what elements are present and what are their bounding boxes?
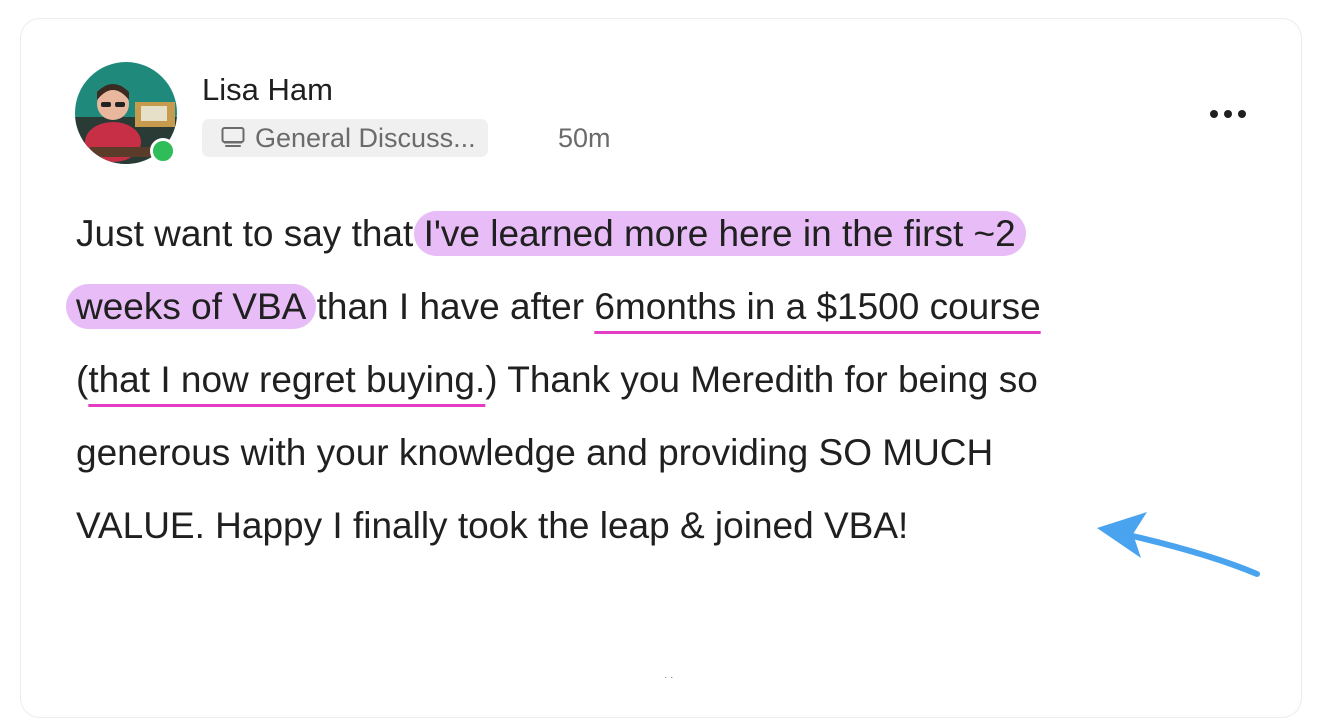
post-text: generous with your knowledge and providi… [76, 432, 994, 473]
post-text: ) Thank you Meredith for being so [485, 359, 1038, 400]
author-name[interactable]: Lisa Ham [202, 70, 333, 110]
category-label: General Discuss... [255, 122, 476, 153]
more-options-button[interactable] [1198, 97, 1258, 131]
post-line-2: weeks of VBA than I have after 6months i… [66, 283, 1041, 331]
post-timestamp: 50m [558, 123, 611, 153]
post-line-5: VALUE. Happy I finally took the leap & j… [76, 502, 908, 550]
more-horizontal-icon [1210, 110, 1246, 118]
scroll-indicator: · · [664, 672, 674, 683]
post-text: Just want to say that [76, 213, 424, 254]
post-line-4: generous with your knowledge and providi… [76, 429, 993, 477]
online-status-indicator [150, 138, 176, 164]
post-line-1: Just want to say that I've learned more … [76, 210, 1026, 258]
underlined-text: that I now regret buying. [88, 359, 486, 400]
computer-icon [221, 127, 245, 147]
annotation-arrow-icon [1097, 512, 1260, 577]
category-badge[interactable]: General Discuss... [202, 119, 488, 157]
post-line-3: (that I now regret buying.) Thank you Me… [76, 356, 1038, 404]
highlighted-text: weeks of VBA [66, 284, 317, 329]
post-text: ( [76, 359, 89, 400]
highlighted-text: I've learned more here in the first ~2 [413, 211, 1026, 256]
post-text: than I have after [306, 286, 595, 327]
post-text: VALUE. Happy I finally took the leap & j… [76, 505, 909, 546]
underlined-text: 6months in a $1500 course [594, 286, 1041, 327]
